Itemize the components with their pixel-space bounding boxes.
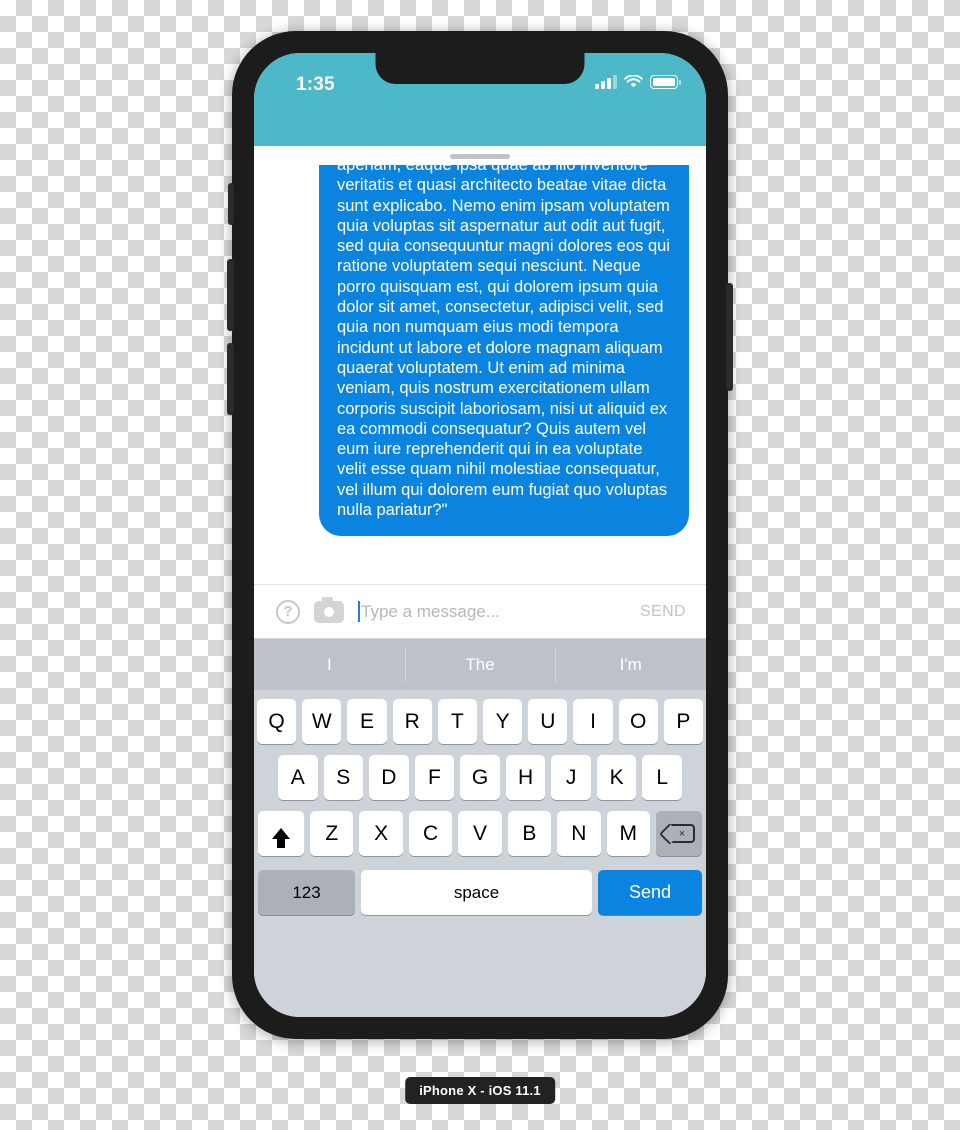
- key-i[interactable]: I: [573, 699, 613, 744]
- message-input-toolbar: ? Type a message... SEND: [254, 584, 706, 639]
- key-g[interactable]: G: [460, 755, 500, 800]
- key-n[interactable]: N: [557, 811, 601, 856]
- shift-key[interactable]: [258, 811, 305, 856]
- key-e[interactable]: E: [347, 699, 387, 744]
- help-icon[interactable]: ?: [276, 599, 300, 624]
- device-caption: iPhone X - iOS 11.1: [405, 1077, 555, 1104]
- app-header: 1:35: [254, 53, 706, 146]
- key-o[interactable]: O: [618, 699, 658, 744]
- key-a[interactable]: A: [277, 755, 318, 800]
- message-input-placeholder: Type a message...: [361, 601, 500, 621]
- on-screen-keyboard: Q W E R T Y U I O P A S D F G H J K L Z …: [254, 690, 706, 1016]
- prediction-item-1[interactable]: I: [254, 639, 405, 690]
- message-bubble-outgoing[interactable]: aperiam, eaque ipsa quae ab illo invento…: [319, 165, 689, 537]
- status-time: 1:35: [296, 74, 335, 95]
- battery-icon: [650, 75, 681, 89]
- text-caret: [358, 601, 360, 622]
- phone-screen: 1:35 aperiam, eaque ipsa quae ab illo in…: [254, 53, 706, 1017]
- message-input-field[interactable]: Type a message...: [358, 585, 626, 638]
- wifi-icon: [624, 75, 643, 88]
- key-k[interactable]: K: [596, 755, 637, 800]
- prediction-bar: I The I'm: [254, 639, 706, 690]
- keyboard-send-key[interactable]: Send: [598, 870, 702, 915]
- send-button[interactable]: SEND: [640, 603, 686, 621]
- status-indicators: [595, 75, 681, 89]
- shift-icon: [272, 828, 291, 848]
- silent-switch-button[interactable]: [228, 183, 234, 225]
- key-l[interactable]: L: [642, 755, 683, 800]
- key-x[interactable]: X: [359, 811, 403, 856]
- keyboard-row-3: Z X C V B N M ×: [257, 811, 703, 856]
- power-button[interactable]: [726, 283, 733, 391]
- key-p[interactable]: P: [663, 699, 704, 744]
- key-h[interactable]: H: [505, 755, 546, 800]
- backspace-key[interactable]: ×: [655, 811, 702, 856]
- camera-icon[interactable]: [314, 596, 344, 623]
- cellular-signal-icon: [595, 75, 617, 89]
- prediction-item-2[interactable]: The: [404, 639, 556, 690]
- backspace-icon: ×: [668, 824, 695, 843]
- prediction-item-3[interactable]: I'm: [555, 639, 706, 690]
- key-y[interactable]: Y: [483, 699, 523, 744]
- space-key[interactable]: space: [361, 870, 592, 915]
- key-q[interactable]: Q: [256, 699, 297, 744]
- key-d[interactable]: D: [369, 755, 409, 800]
- key-s[interactable]: S: [323, 755, 364, 800]
- numbers-key[interactable]: 123: [258, 870, 355, 915]
- keyboard-row-4: 123 space Send: [257, 870, 703, 915]
- phone-frame: 1:35 aperiam, eaque ipsa quae ab illo in…: [227, 31, 733, 1039]
- key-r[interactable]: R: [392, 699, 432, 744]
- key-c[interactable]: C: [408, 811, 453, 856]
- message-list: aperiam, eaque ipsa quae ab illo invento…: [254, 165, 706, 565]
- key-t[interactable]: T: [437, 699, 477, 744]
- notch: [375, 53, 585, 84]
- key-z[interactable]: Z: [310, 811, 354, 856]
- keyboard-row-2: A S D F G H J K L: [257, 755, 703, 800]
- key-j[interactable]: J: [551, 755, 591, 800]
- conversation-area[interactable]: aperiam, eaque ipsa quae ab illo invento…: [254, 146, 706, 584]
- keyboard-row-1: Q W E R T Y U I O P: [256, 699, 704, 744]
- key-b[interactable]: B: [507, 811, 552, 856]
- key-m[interactable]: M: [606, 811, 650, 856]
- drag-handle[interactable]: [450, 154, 510, 159]
- key-w[interactable]: W: [302, 699, 342, 744]
- volume-up-button[interactable]: [227, 259, 234, 331]
- key-u[interactable]: U: [528, 699, 568, 744]
- volume-down-button[interactable]: [227, 343, 234, 415]
- key-v[interactable]: V: [458, 811, 502, 856]
- keyboard-tray: [254, 1016, 706, 1017]
- key-f[interactable]: F: [414, 755, 455, 800]
